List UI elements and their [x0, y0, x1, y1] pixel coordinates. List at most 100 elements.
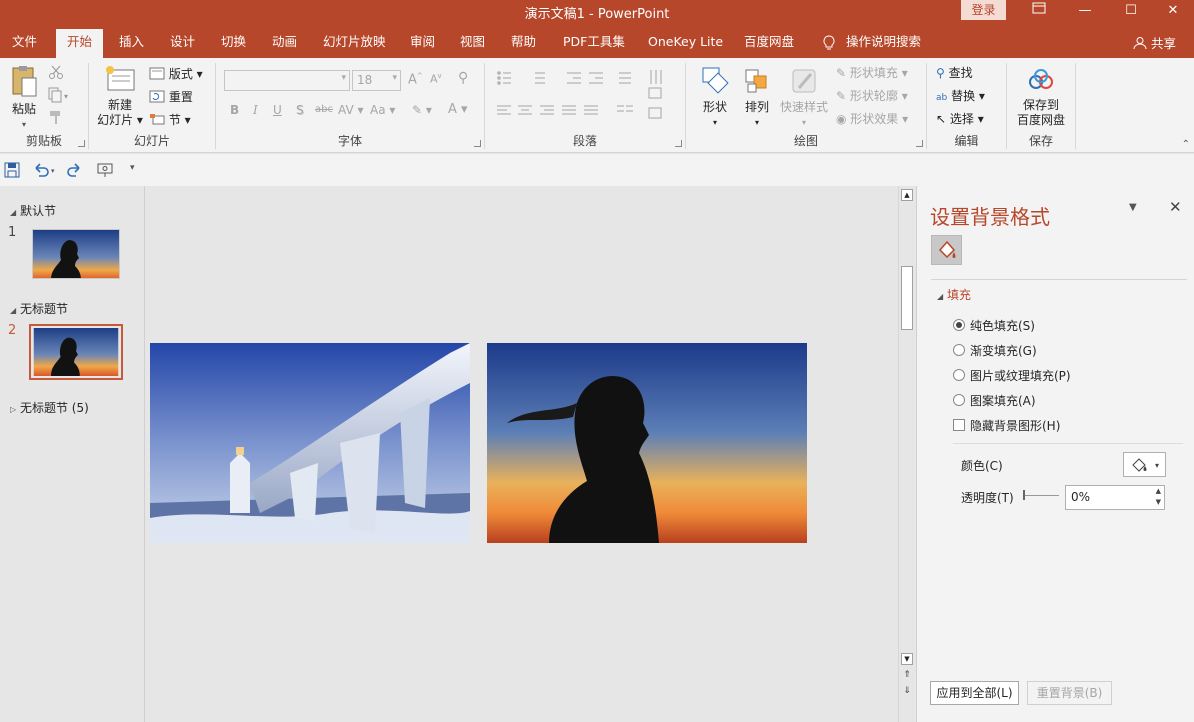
lightbulb-icon[interactable] [820, 29, 838, 58]
font-size-combo[interactable]: 18 ▾ [352, 70, 401, 91]
ice-pier-image[interactable] [150, 343, 470, 543]
bold-button[interactable]: B [230, 103, 239, 117]
tab-file[interactable]: 文件 [10, 29, 39, 58]
format-painter-icon[interactable] [48, 109, 64, 128]
tell-me-search[interactable]: 操作说明搜索 [844, 29, 923, 58]
shadow-button[interactable]: S [296, 103, 304, 117]
minimize-icon[interactable]: — [1062, 0, 1108, 24]
grow-font-icon[interactable]: A^ [408, 72, 423, 87]
font-group: ▾ 18 ▾ A^ Av ⚲ B I U S abc AV ▾ Aa ▾ ✎ ▾… [216, 58, 484, 153]
maximize-icon[interactable]: ☐ [1108, 0, 1154, 24]
scroll-up-icon[interactable]: ▲ [901, 189, 913, 201]
tab-design[interactable]: 设计 [168, 29, 197, 58]
gradient-fill-radio[interactable] [953, 344, 965, 356]
tab-insert[interactable]: 插入 [117, 29, 146, 58]
solid-fill-radio[interactable] [953, 319, 965, 331]
fill-section-header[interactable]: ◢ 填充 [937, 286, 971, 303]
spin-up-icon[interactable]: ▲ [1156, 487, 1161, 495]
transparency-slider[interactable] [1023, 495, 1059, 496]
drawing-group: 形状 ▾ 排列 ▾ 快速样式 ▾ ✎ 形状填充 ▾ ✎ 形状轮廓 ▾ ◉ 形状效… [686, 58, 926, 153]
pattern-fill-radio[interactable] [953, 394, 965, 406]
select-button[interactable]: ↖ 选择 ▾ [936, 110, 984, 127]
close-pane-icon[interactable]: ✕ [1169, 198, 1182, 216]
transparency-slider-handle[interactable] [1023, 490, 1025, 500]
silhouette-sunset-image[interactable] [487, 343, 807, 543]
save-to-baidu-button[interactable]: 保存到 百度网盘 [1013, 66, 1069, 128]
slide-thumbnail-1[interactable] [32, 229, 120, 279]
shape-fill-button[interactable]: ✎ 形状填充 ▾ [836, 64, 908, 81]
bullets-icon [497, 71, 511, 85]
section-untitled[interactable]: ◢ 无标题节 [10, 300, 68, 317]
scroll-down-icon[interactable]: ▼ [901, 653, 913, 665]
editor-scrollbar[interactable]: ▲ ▼ ⇑ ⇓ [898, 186, 915, 722]
spin-down-icon[interactable]: ▼ [1156, 498, 1161, 506]
font-name-combo[interactable]: ▾ [224, 70, 350, 91]
close-window-icon[interactable]: ✕ [1150, 0, 1194, 24]
undo-icon[interactable]: ▾ [32, 162, 58, 181]
color-picker-button[interactable]: ▾ [1123, 452, 1166, 477]
shape-effects-button[interactable]: ◉ 形状效果 ▾ [836, 110, 908, 127]
collapse-ribbon-icon[interactable]: ⌃ [1182, 139, 1190, 150]
hide-background-label: 隐藏背景图形(H) [970, 419, 1061, 433]
replace-button[interactable]: ab 替换 ▾ [936, 87, 985, 104]
new-slide-button[interactable]: 新建 幻灯片 ▾ [95, 64, 145, 128]
paragraph-launcher-icon[interactable] [675, 140, 682, 147]
font-launcher-icon[interactable] [474, 140, 481, 147]
drawing-launcher-icon[interactable] [916, 140, 923, 147]
previous-slide-icon[interactable]: ⇑ [901, 670, 913, 680]
find-button[interactable]: ⚲ 查找 [936, 64, 973, 81]
login-button[interactable]: 登录 [961, 0, 1006, 20]
shrink-font-icon[interactable]: Av [430, 72, 442, 86]
customize-qat-icon[interactable]: ▾ [130, 163, 135, 173]
char-spacing-button[interactable]: AV ▾ [338, 103, 364, 117]
clipboard-launcher-icon[interactable] [78, 140, 85, 147]
tab-animations[interactable]: 动画 [270, 29, 299, 58]
reset-label: 重置 [168, 90, 193, 104]
tab-home[interactable]: 开始 [56, 29, 104, 58]
section-untitled-collapsed[interactable]: ▷ 无标题节 (5) [10, 399, 89, 416]
cut-icon[interactable] [48, 64, 64, 83]
tab-baidu-netdisk[interactable]: 百度网盘 [742, 29, 796, 58]
font-color-button[interactable]: A ▾ [448, 102, 468, 117]
tab-onekey-lite[interactable]: OneKey Lite [646, 29, 725, 58]
layout-button[interactable]: 版式 ▾ [149, 65, 203, 82]
tab-view[interactable]: 视图 [458, 29, 487, 58]
solid-fill-label: 纯色填充(S) [970, 319, 1035, 333]
section-button[interactable]: 节 ▾ [149, 111, 191, 128]
hide-background-checkbox[interactable] [953, 419, 965, 431]
tab-slideshow[interactable]: 幻灯片放映 [321, 29, 388, 58]
shapes-button[interactable]: 形状 ▾ [696, 66, 734, 130]
section-default[interactable]: ◢ 默认节 [10, 202, 56, 219]
strikethrough-button[interactable]: abc [315, 104, 333, 115]
picture-fill-radio[interactable] [953, 369, 965, 381]
clear-format-icon[interactable]: ⚲ [458, 70, 468, 86]
fill-tab-icon[interactable] [931, 235, 962, 265]
italic-button[interactable]: I [253, 103, 258, 117]
shape-outline-button[interactable]: ✎ 形状轮廓 ▾ [836, 87, 908, 104]
tab-review[interactable]: 审阅 [408, 29, 437, 58]
tab-help[interactable]: 帮助 [509, 29, 538, 58]
start-slideshow-icon[interactable] [96, 162, 114, 181]
ribbon-display-icon[interactable] [1016, 0, 1062, 24]
redo-icon[interactable] [66, 162, 82, 181]
tab-transitions[interactable]: 切换 [219, 29, 248, 58]
scroll-thumb[interactable] [901, 266, 913, 330]
arrange-button[interactable]: 排列 ▾ [740, 66, 774, 130]
tab-pdf-tools[interactable]: PDF工具集 [561, 29, 627, 58]
copy-icon[interactable]: ▾ [48, 87, 70, 106]
share-button[interactable]: 共享 [1133, 33, 1176, 52]
highlight-icon[interactable]: ✎ ▾ [412, 103, 432, 117]
transparency-input[interactable]: 0% ▲ ▼ [1065, 485, 1165, 510]
slide-thumbnail-2-selected[interactable] [29, 324, 123, 380]
next-slide-icon[interactable]: ⇓ [901, 686, 913, 696]
reset-button[interactable]: 重置 [149, 88, 193, 105]
save-icon[interactable] [4, 162, 20, 181]
paste-button[interactable]: 粘贴 ▾ [6, 64, 42, 132]
underline-button[interactable]: U [273, 103, 282, 117]
quick-styles-button[interactable]: 快速样式 ▾ [778, 66, 830, 130]
paragraph-tools[interactable] [485, 58, 685, 128]
apply-to-all-button[interactable]: 应用到全部(L) [930, 681, 1019, 705]
reset-background-button[interactable]: 重置背景(B) [1027, 681, 1112, 705]
change-case-button[interactable]: Aa ▾ [370, 103, 395, 117]
pane-options-icon[interactable]: ▼ [1129, 202, 1137, 213]
